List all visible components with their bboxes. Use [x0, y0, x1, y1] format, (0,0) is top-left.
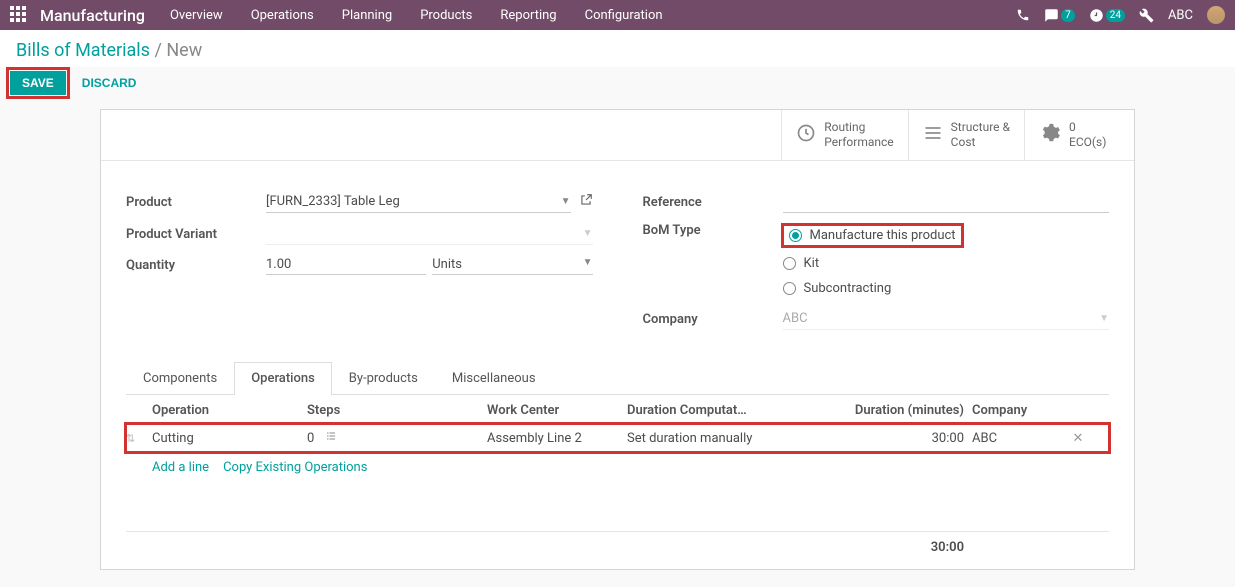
- gears-icon: [1039, 122, 1061, 148]
- messages-icon[interactable]: 7: [1044, 8, 1075, 23]
- reference-label: Reference: [643, 195, 783, 210]
- copy-existing-operations[interactable]: Copy Existing Operations: [223, 460, 367, 475]
- col-company: Company: [972, 403, 1064, 418]
- chevron-down-icon: ▼: [561, 196, 571, 207]
- cell-steps[interactable]: 0: [307, 430, 487, 446]
- nav-right: 7 24 ABC: [1016, 6, 1225, 24]
- variant-label: Product Variant: [126, 227, 266, 242]
- form-body: Product [FURN_2333] Table Leg▼ Product V…: [101, 161, 1134, 350]
- breadcrumb-sep: /: [154, 40, 166, 61]
- action-bar: SAVE DISCARD: [0, 67, 1235, 109]
- radio-icon: [783, 282, 796, 295]
- debug-icon[interactable]: [1139, 8, 1154, 23]
- form-left-col: Product [FURN_2333] Table Leg▼ Product V…: [126, 191, 593, 340]
- total-duration: 30:00: [852, 540, 972, 555]
- nav-overview[interactable]: Overview: [170, 8, 223, 23]
- form-right-col: Reference BoM Type Manufacture this prod…: [643, 191, 1110, 340]
- stat-ecos[interactable]: 0ECO(s): [1024, 110, 1134, 160]
- col-operation: Operation: [152, 403, 307, 418]
- tabs: Components Operations By-products Miscel…: [126, 362, 1109, 395]
- breadcrumb-current: New: [166, 40, 202, 61]
- product-label: Product: [126, 195, 266, 210]
- user-avatar[interactable]: [1207, 6, 1225, 24]
- bom-type-radio-group: Manufacture this product Kit Subcontract…: [783, 223, 962, 298]
- stat-buttons: RoutingPerformance Structure &Cost 0ECO(…: [101, 110, 1134, 161]
- table-row[interactable]: ⇅ Cutting 0 Assembly Line 2 Set duration…: [126, 424, 1109, 452]
- col-duration-computation: Duration Computat…: [627, 403, 852, 418]
- bom-type-kit[interactable]: Kit: [783, 256, 962, 271]
- activity-icon[interactable]: 24: [1089, 8, 1125, 23]
- operations-actions: Add a line Copy Existing Operations: [126, 452, 1109, 481]
- bom-type-subcontracting[interactable]: Subcontracting: [783, 281, 962, 296]
- chevron-down-icon: ▼: [583, 257, 593, 272]
- app-title: Manufacturing: [40, 6, 145, 25]
- variant-field[interactable]: ▼: [266, 223, 593, 245]
- activity-badge: 24: [1106, 9, 1125, 22]
- user-name[interactable]: ABC: [1168, 8, 1193, 23]
- save-button[interactable]: SAVE: [10, 71, 66, 95]
- tab-by-products[interactable]: By-products: [332, 362, 435, 394]
- reference-field[interactable]: [783, 191, 1110, 213]
- operations-total-row: 30:00: [126, 531, 1109, 559]
- messages-badge: 7: [1061, 9, 1075, 22]
- cell-company[interactable]: ABC: [972, 431, 1064, 446]
- cell-work-center[interactable]: Assembly Line 2: [487, 431, 627, 446]
- company-label: Company: [643, 312, 783, 327]
- nav-operations[interactable]: Operations: [251, 8, 314, 23]
- col-work-center: Work Center: [487, 403, 627, 418]
- apps-icon[interactable]: [10, 6, 28, 24]
- radio-icon: [783, 257, 796, 270]
- operations-table-header: Operation Steps Work Center Duration Com…: [126, 395, 1109, 424]
- nav-menu: Overview Operations Planning Products Re…: [170, 8, 1016, 23]
- discard-button[interactable]: DISCARD: [78, 71, 141, 95]
- product-field[interactable]: [FURN_2333] Table Leg▼: [266, 191, 571, 213]
- company-field[interactable]: ABC▼: [783, 308, 1110, 330]
- nav-planning[interactable]: Planning: [342, 8, 392, 23]
- cell-operation[interactable]: Cutting: [152, 431, 307, 446]
- nav-configuration[interactable]: Configuration: [585, 8, 663, 23]
- list-icon[interactable]: [324, 430, 338, 446]
- cell-duration[interactable]: 30:00: [852, 431, 972, 446]
- external-link-icon[interactable]: [579, 193, 593, 211]
- clock-icon: [796, 123, 816, 147]
- radio-checked-icon: [789, 229, 802, 242]
- col-steps: Steps: [307, 403, 487, 418]
- quantity-label: Quantity: [126, 258, 266, 273]
- tab-components[interactable]: Components: [126, 362, 234, 394]
- phone-icon[interactable]: [1016, 8, 1030, 22]
- list-icon: [923, 123, 943, 147]
- tab-operations[interactable]: Operations: [234, 362, 332, 395]
- drag-handle-icon[interactable]: ⇅: [126, 432, 152, 445]
- quantity-field[interactable]: 1.00: [266, 255, 426, 275]
- stat-structure-cost[interactable]: Structure &Cost: [908, 110, 1024, 160]
- top-navbar: Manufacturing Overview Operations Planni…: [0, 0, 1235, 30]
- breadcrumb: Bills of Materials / New: [16, 40, 1219, 61]
- delete-row-icon[interactable]: ✕: [1064, 431, 1092, 446]
- chevron-down-icon: ▼: [1099, 313, 1109, 324]
- quantity-uom-field[interactable]: Units▼: [432, 255, 592, 275]
- operations-table: Operation Steps Work Center Duration Com…: [126, 395, 1109, 559]
- add-a-line[interactable]: Add a line: [152, 460, 209, 475]
- breadcrumb-bar: Bills of Materials / New: [0, 30, 1235, 67]
- bom-type-label: BoM Type: [643, 223, 783, 238]
- nav-products[interactable]: Products: [420, 8, 472, 23]
- form-sheet: RoutingPerformance Structure &Cost 0ECO(…: [100, 109, 1135, 570]
- col-duration: Duration (minutes): [852, 403, 972, 418]
- bom-type-manufacture[interactable]: Manufacture this product: [783, 225, 962, 246]
- chevron-down-icon: ▼: [583, 228, 593, 239]
- tab-miscellaneous[interactable]: Miscellaneous: [435, 362, 553, 394]
- stat-routing-performance[interactable]: RoutingPerformance: [781, 110, 907, 160]
- nav-reporting[interactable]: Reporting: [500, 8, 556, 23]
- cell-duration-computation[interactable]: Set duration manually: [627, 431, 852, 446]
- breadcrumb-parent[interactable]: Bills of Materials: [16, 40, 150, 61]
